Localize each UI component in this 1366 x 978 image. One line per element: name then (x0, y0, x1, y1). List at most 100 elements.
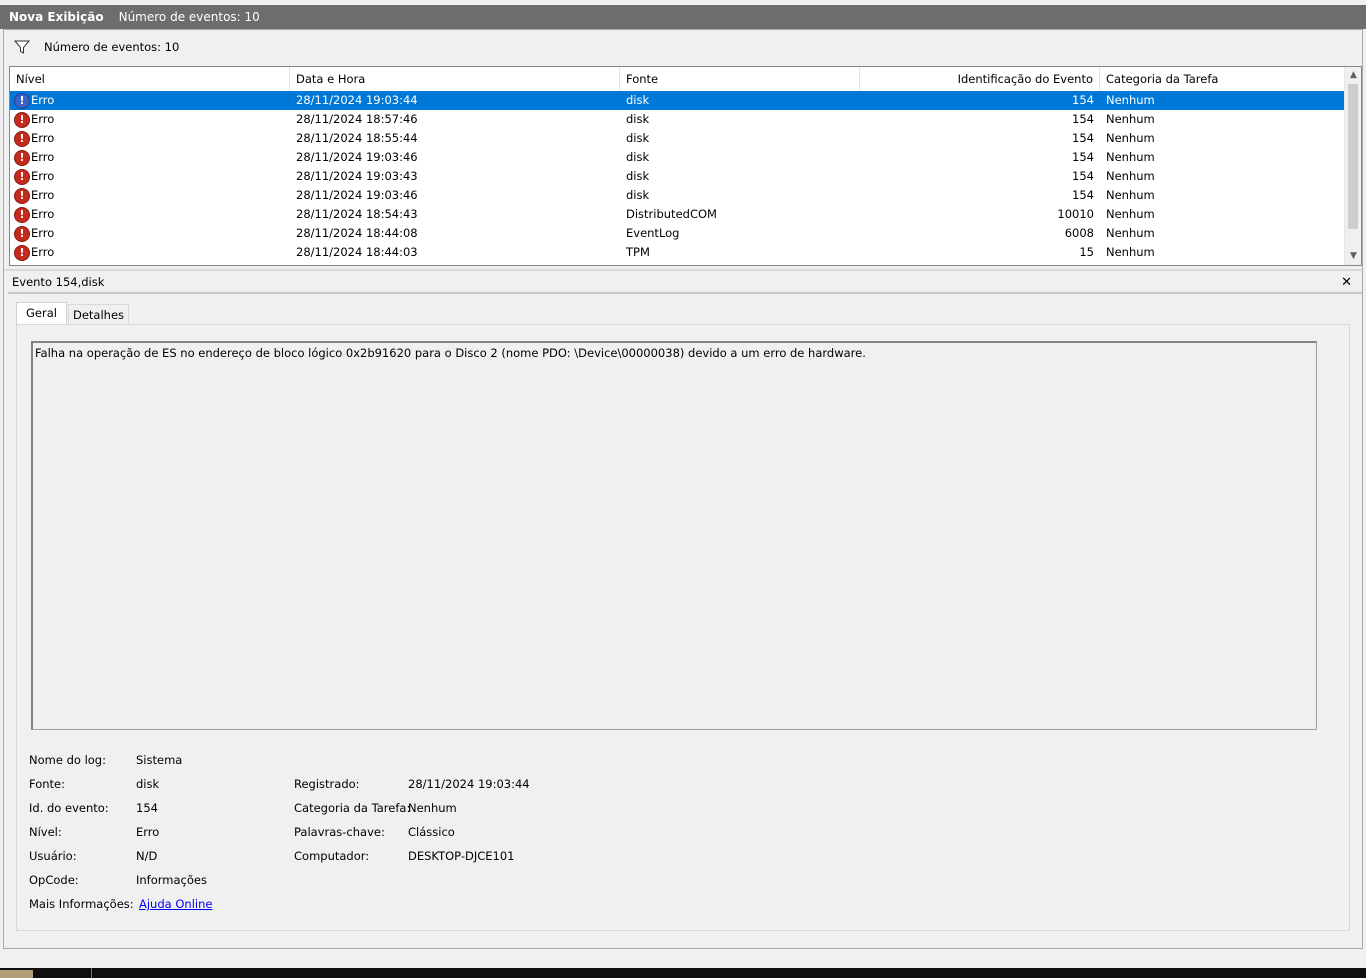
online-help-link[interactable]: Ajuda Online (139, 897, 212, 911)
task-category-cell: Nenhum (1106, 131, 1155, 145)
log-name-value[interactable]: Sistema (136, 753, 182, 767)
source-cell: TPM (626, 245, 650, 259)
source-cell: disk (626, 188, 650, 202)
event-row[interactable]: ! Erro 28/11/2024 18:55:44 disk 154 Nenhum (10, 129, 1344, 148)
opcode-value[interactable]: Informações (136, 873, 207, 887)
event-row[interactable]: ! Erro 28/11/2024 19:03:44 disk 154 Nenhum (10, 91, 1344, 110)
level-cell: ! Erro (10, 224, 290, 243)
datetime-cell: 28/11/2024 18:44:08 (296, 226, 418, 240)
datetime-cell: 28/11/2024 18:54:43 (296, 207, 418, 221)
user-label: Usuário: (29, 849, 77, 863)
general-tab-panel: Falha na operação de ES no endereço de b… (16, 324, 1350, 931)
taskbar-tile[interactable] (0, 970, 33, 978)
error-icon: ! (14, 168, 30, 185)
task-category-cell: Nenhum (1106, 169, 1155, 183)
level-text: Erro (31, 245, 55, 259)
computer-value[interactable]: DESKTOP-DJCE101 (408, 849, 514, 863)
event-row[interactable]: ! Erro 28/11/2024 18:44:03 TPM 15 Nenhum (10, 243, 1344, 262)
level-text: Erro (31, 169, 55, 183)
datetime-cell: 28/11/2024 19:03:43 (296, 169, 418, 183)
close-icon[interactable]: ✕ (1341, 275, 1352, 290)
error-icon: ! (14, 225, 30, 242)
datetime-cell: 28/11/2024 18:57:46 (296, 112, 418, 126)
event-id-cell: 154 (1072, 150, 1094, 164)
error-icon: ! (14, 149, 30, 166)
column-header-task-category[interactable]: Categoria da Tarefa (1100, 67, 1344, 91)
keywords-value[interactable]: Clássico (408, 825, 455, 839)
event-id-label: Id. do evento: (29, 801, 109, 815)
filter-icon[interactable] (14, 39, 30, 55)
column-header-source[interactable]: ^ Fonte (620, 67, 860, 91)
logged-value[interactable]: 28/11/2024 19:03:44 (408, 777, 530, 791)
tab-details[interactable]: Detalhes (67, 304, 130, 324)
grid-vertical-scrollbar[interactable]: ▲ ▼ (1344, 67, 1361, 265)
event-id-value[interactable]: 154 (136, 801, 158, 815)
logged-label: Registrado: (294, 777, 360, 791)
source-cell: EventLog (626, 226, 680, 240)
task-category-cell: Nenhum (1106, 207, 1155, 221)
source-value[interactable]: disk (136, 777, 159, 791)
detail-tabs: Geral Detalhes (16, 302, 130, 324)
level-text: Erro (31, 93, 55, 107)
level-cell: ! Erro (10, 186, 290, 205)
event-id-cell: 154 (1072, 112, 1094, 126)
datetime-cell: 28/11/2024 19:03:46 (296, 188, 418, 202)
computer-label: Computador: (294, 849, 370, 863)
task-category-value[interactable]: Nenhum (408, 801, 457, 815)
level-text: Erro (31, 226, 55, 240)
datetime-cell: 28/11/2024 18:55:44 (296, 131, 418, 145)
column-header-level[interactable]: Nível (10, 67, 290, 91)
task-category-cell: Nenhum (1106, 112, 1155, 126)
event-row[interactable]: ! Erro 28/11/2024 19:03:46 disk 154 Nenhum (10, 186, 1344, 205)
level-text: Erro (31, 207, 55, 221)
level-text: Erro (31, 112, 55, 126)
level-cell: ! Erro (10, 129, 290, 148)
grid-rows: ! Erro 28/11/2024 19:03:44 disk 154 Nenhum! Er… (10, 91, 1344, 262)
event-id-cell: 15 (1079, 245, 1094, 259)
level-cell: ! Erro (10, 91, 290, 110)
event-row[interactable]: ! Erro 28/11/2024 18:54:43 DistributedCOM 10… (10, 205, 1344, 224)
scroll-up-icon[interactable]: ▲ (1345, 67, 1361, 84)
event-row[interactable]: ! Erro 28/11/2024 18:57:46 disk 154 Nenhum (10, 110, 1344, 129)
task-category-cell: Nenhum (1106, 93, 1155, 107)
user-value[interactable]: N/D (136, 849, 157, 863)
source-cell: disk (626, 150, 650, 164)
error-icon: ! (14, 92, 30, 109)
view-event-count: Número de eventos: 10 (118, 10, 260, 24)
event-row[interactable]: ! Erro 28/11/2024 18:44:08 EventLog 6008 Nenh… (10, 224, 1344, 243)
datetime-cell: 28/11/2024 19:03:46 (296, 150, 418, 164)
source-cell: disk (626, 93, 650, 107)
datetime-cell: 28/11/2024 18:44:03 (296, 245, 418, 259)
column-header-event-id[interactable]: Identificação do Evento (860, 67, 1100, 91)
event-detail-title: Evento 154,disk (12, 275, 105, 289)
events-grid[interactable]: Nível Data e Hora ^ Fonte Identificação … (9, 66, 1362, 266)
datetime-cell: 28/11/2024 19:03:44 (296, 93, 418, 107)
event-description[interactable]: Falha na operação de ES no endereço de b… (31, 341, 1317, 730)
error-icon: ! (14, 130, 30, 147)
source-cell: disk (626, 131, 650, 145)
scroll-thumb[interactable] (1348, 84, 1358, 229)
level-text: Erro (31, 131, 55, 145)
level-cell: ! Erro (10, 205, 290, 224)
task-category-cell: Nenhum (1106, 226, 1155, 240)
level-text: Erro (31, 188, 55, 202)
event-row[interactable]: ! Erro 28/11/2024 19:03:46 disk 154 Nenhum (10, 148, 1344, 167)
level-cell: ! Erro (10, 148, 290, 167)
event-id-cell: 154 (1072, 188, 1094, 202)
column-header-source-label: Fonte (626, 72, 659, 86)
task-category-cell: Nenhum (1106, 245, 1155, 259)
taskbar-divider (91, 968, 92, 978)
grid-header: Nível Data e Hora ^ Fonte Identificação … (10, 67, 1344, 91)
scroll-down-icon[interactable]: ▼ (1345, 248, 1361, 265)
view-title: Nova Exibição (9, 10, 104, 24)
tab-general[interactable]: Geral (16, 302, 67, 324)
pane-splitter[interactable] (4, 269, 1362, 271)
source-label: Fonte: (29, 777, 65, 791)
column-header-datetime[interactable]: Data e Hora (290, 67, 620, 91)
level-value[interactable]: Erro (136, 825, 159, 839)
keywords-label: Palavras-chave: (294, 825, 385, 839)
view-titlebar: Nova Exibição Número de eventos: 10 (0, 5, 1366, 29)
level-label: Nível: (29, 825, 62, 839)
event-row[interactable]: ! Erro 28/11/2024 19:03:43 disk 154 Nenhum (10, 167, 1344, 186)
taskbar-strip (0, 968, 1366, 978)
